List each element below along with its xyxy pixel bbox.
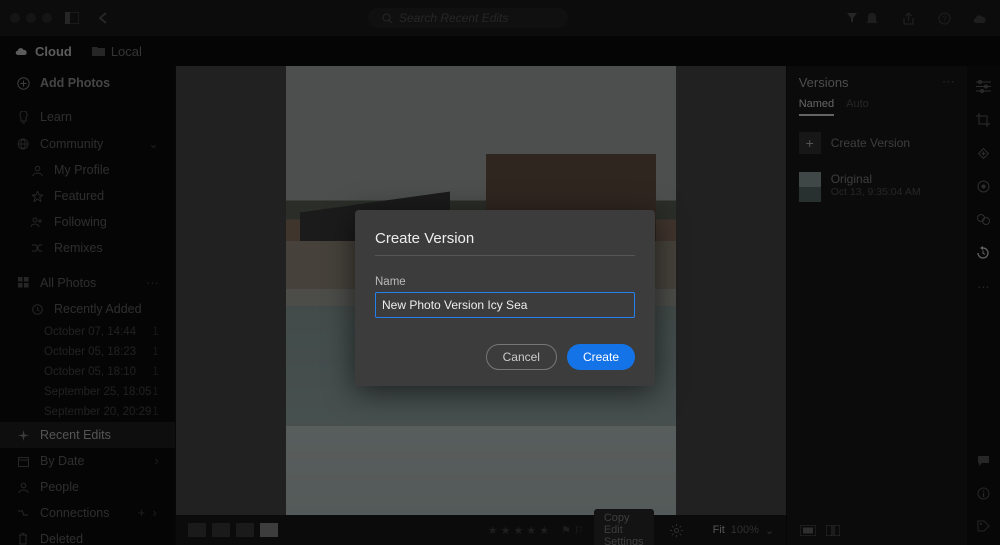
cancel-button[interactable]: Cancel [486, 344, 557, 370]
version-name-input[interactable] [375, 292, 635, 318]
create-version-dialog: Create Version Name Cancel Create [355, 210, 655, 386]
name-field-label: Name [375, 276, 406, 288]
dialog-title: Create Version [375, 230, 635, 247]
create-button[interactable]: Create [567, 344, 635, 370]
